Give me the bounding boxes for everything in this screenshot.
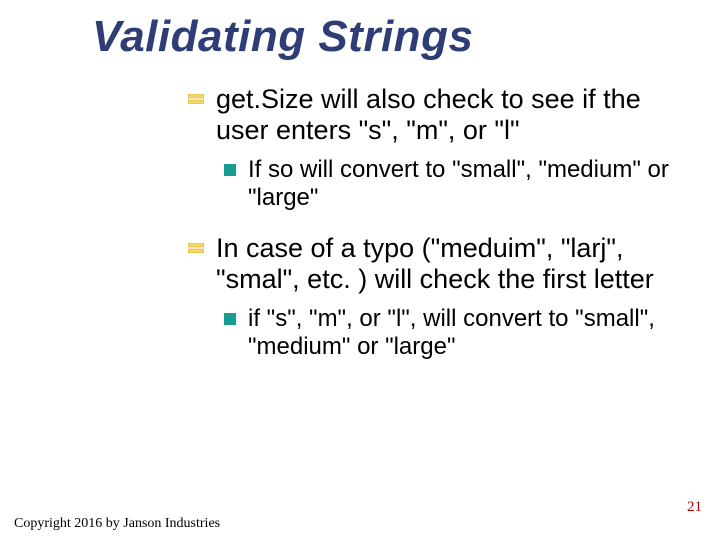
sub-bullet-text: If so will convert to "small", "medium" … (248, 156, 678, 213)
sub-bullet-item-2: if "s", "m", or "l", will convert to "sm… (224, 305, 678, 362)
sub-bullet-text: if "s", "m", or "l", will convert to "sm… (248, 305, 678, 362)
bullet-item-1: get.Size will also check to see if the u… (188, 84, 678, 146)
square-bullet-icon (224, 313, 236, 325)
sub-bullet-item-1: If so will convert to "small", "medium" … (224, 156, 678, 213)
square-bullet-icon (224, 164, 236, 176)
slide-title: Validating Strings (92, 12, 473, 62)
bullet-text: get.Size will also check to see if the u… (216, 84, 678, 146)
bullet-text: In case of a typo ("meduim", "larj", "sm… (216, 233, 678, 295)
slide: Validating Strings get.Size will also ch… (0, 0, 720, 540)
slide-body: get.Size will also check to see if the u… (188, 84, 678, 381)
page-number: 21 (687, 499, 702, 516)
bullet-item-2: In case of a typo ("meduim", "larj", "sm… (188, 233, 678, 295)
copyright-footer: Copyright 2016 by Janson Industries (14, 516, 220, 532)
bullet-icon (188, 243, 204, 253)
bullet-icon (188, 94, 204, 104)
